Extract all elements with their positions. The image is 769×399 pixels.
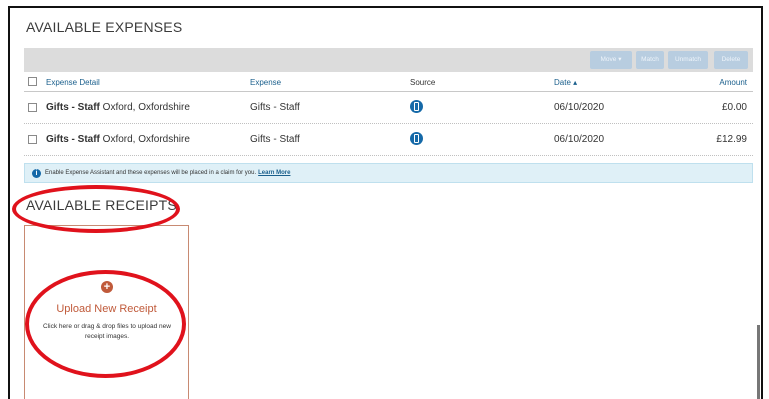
expense-assistant-banner: i Enable Expense Assistant and these exp… bbox=[24, 163, 753, 183]
col-source: Source bbox=[410, 78, 436, 87]
expense-amount: £0.00 bbox=[721, 102, 747, 113]
learn-more-link[interactable]: Learn More bbox=[258, 170, 290, 176]
select-all-checkbox[interactable] bbox=[28, 77, 37, 86]
expense-date: 06/10/2020 bbox=[554, 134, 605, 145]
banner-text: Enable Expense Assistant and these expen… bbox=[45, 170, 291, 176]
scrollbar[interactable] bbox=[757, 325, 760, 399]
mobile-phone-icon bbox=[410, 132, 423, 145]
unmatch-button[interactable]: Unmatch bbox=[668, 51, 708, 69]
col-expense[interactable]: Expense bbox=[250, 78, 281, 87]
expenses-toolbar: Move ▾ Match Unmatch Delete bbox=[24, 48, 753, 72]
expense-amount: £12.99 bbox=[716, 134, 747, 145]
table-row[interactable]: Gifts - Staff Oxford, Oxfordshire Gifts … bbox=[24, 92, 753, 124]
expense-date: 06/10/2020 bbox=[554, 102, 605, 113]
col-amount[interactable]: Amount bbox=[719, 78, 747, 87]
col-date[interactable]: Date ▴ bbox=[554, 78, 577, 87]
info-icon: i bbox=[32, 169, 41, 178]
available-expenses-title: AVAILABLE EXPENSES bbox=[26, 19, 183, 35]
annotation-oval-receipts-title bbox=[12, 185, 180, 233]
row-checkbox[interactable] bbox=[28, 135, 37, 144]
expense-detail: Gifts - Staff Oxford, Oxfordshire bbox=[46, 134, 190, 145]
delete-button[interactable]: Delete bbox=[714, 51, 748, 69]
match-button[interactable]: Match bbox=[636, 51, 664, 69]
expenses-table-header: Expense Detail Expense Source Date ▴ Amo… bbox=[24, 72, 753, 92]
col-expense-detail[interactable]: Expense Detail bbox=[46, 78, 100, 87]
annotation-oval-upload bbox=[25, 270, 186, 378]
row-checkbox[interactable] bbox=[28, 103, 37, 112]
move-button[interactable]: Move ▾ bbox=[590, 51, 632, 69]
expense-detail: Gifts - Staff Oxford, Oxfordshire bbox=[46, 102, 190, 113]
table-row[interactable]: Gifts - Staff Oxford, Oxfordshire Gifts … bbox=[24, 124, 753, 156]
mobile-phone-icon bbox=[410, 100, 423, 113]
expense-type: Gifts - Staff bbox=[250, 102, 300, 113]
expense-type: Gifts - Staff bbox=[250, 134, 300, 145]
